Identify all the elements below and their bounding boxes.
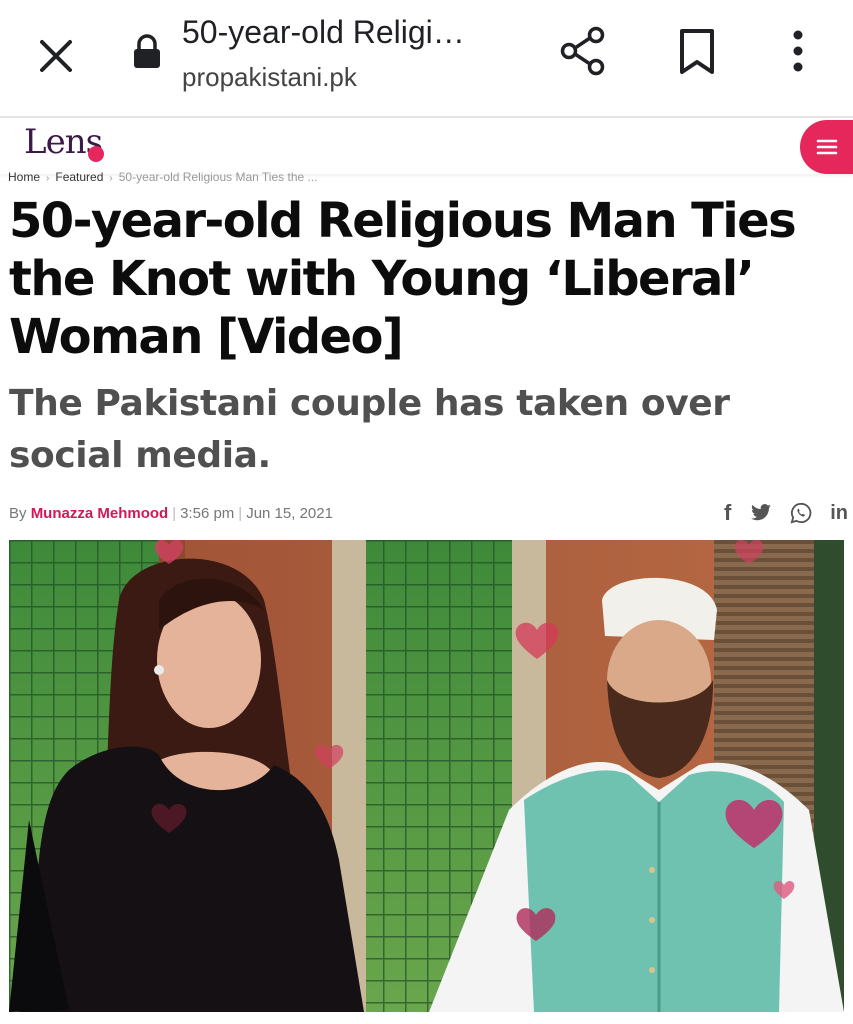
facebook-icon[interactable]: f <box>724 500 731 526</box>
breadcrumb-current: 50-year-old Religious Man Ties the ... <box>118 170 318 184</box>
share-buttons: f in <box>724 498 848 528</box>
lock-icon <box>132 32 162 72</box>
tab-title: 50-year-old Religi… <box>182 14 465 50</box>
twitter-icon[interactable] <box>750 504 772 522</box>
byline-prefix: By <box>9 505 27 522</box>
site-header: Lens <box>0 120 853 174</box>
byline: By Munazza Mehmood | 3:56 pm | Jun 15, 2021 <box>9 505 333 522</box>
breadcrumb-featured[interactable]: Featured <box>55 170 103 184</box>
browser-toolbar: 50-year-old Religi… propakistani.pk <box>0 0 853 118</box>
close-icon[interactable] <box>30 30 82 82</box>
share-icon[interactable] <box>556 24 612 80</box>
linkedin-icon[interactable]: in <box>830 502 848 525</box>
publish-time: 3:56 pm <box>180 505 235 522</box>
featured-image[interactable] <box>9 540 844 1012</box>
bookmark-icon[interactable] <box>672 26 722 78</box>
publish-date: Jun 15, 2021 <box>246 505 333 522</box>
breadcrumb: Home › Featured › 50-year-old Religious Man … <box>8 170 318 184</box>
page-domain: propakistani.pk <box>182 62 357 92</box>
author-link[interactable]: Munazza Mehmood <box>31 505 169 522</box>
whatsapp-icon[interactable] <box>790 502 812 524</box>
article-subtitle: The Pakistani couple has taken over soci… <box>9 383 730 476</box>
chevron-right-icon: › <box>109 173 113 184</box>
menu-button[interactable] <box>800 120 853 174</box>
logo-dot <box>88 146 104 162</box>
article-title: 50-year-old Religious Man Ties the Knot … <box>9 193 797 365</box>
hamburger-icon <box>816 139 838 155</box>
more-vert-icon[interactable] <box>778 26 818 78</box>
breadcrumb-home[interactable]: Home <box>8 170 40 184</box>
chevron-right-icon: › <box>46 173 50 184</box>
